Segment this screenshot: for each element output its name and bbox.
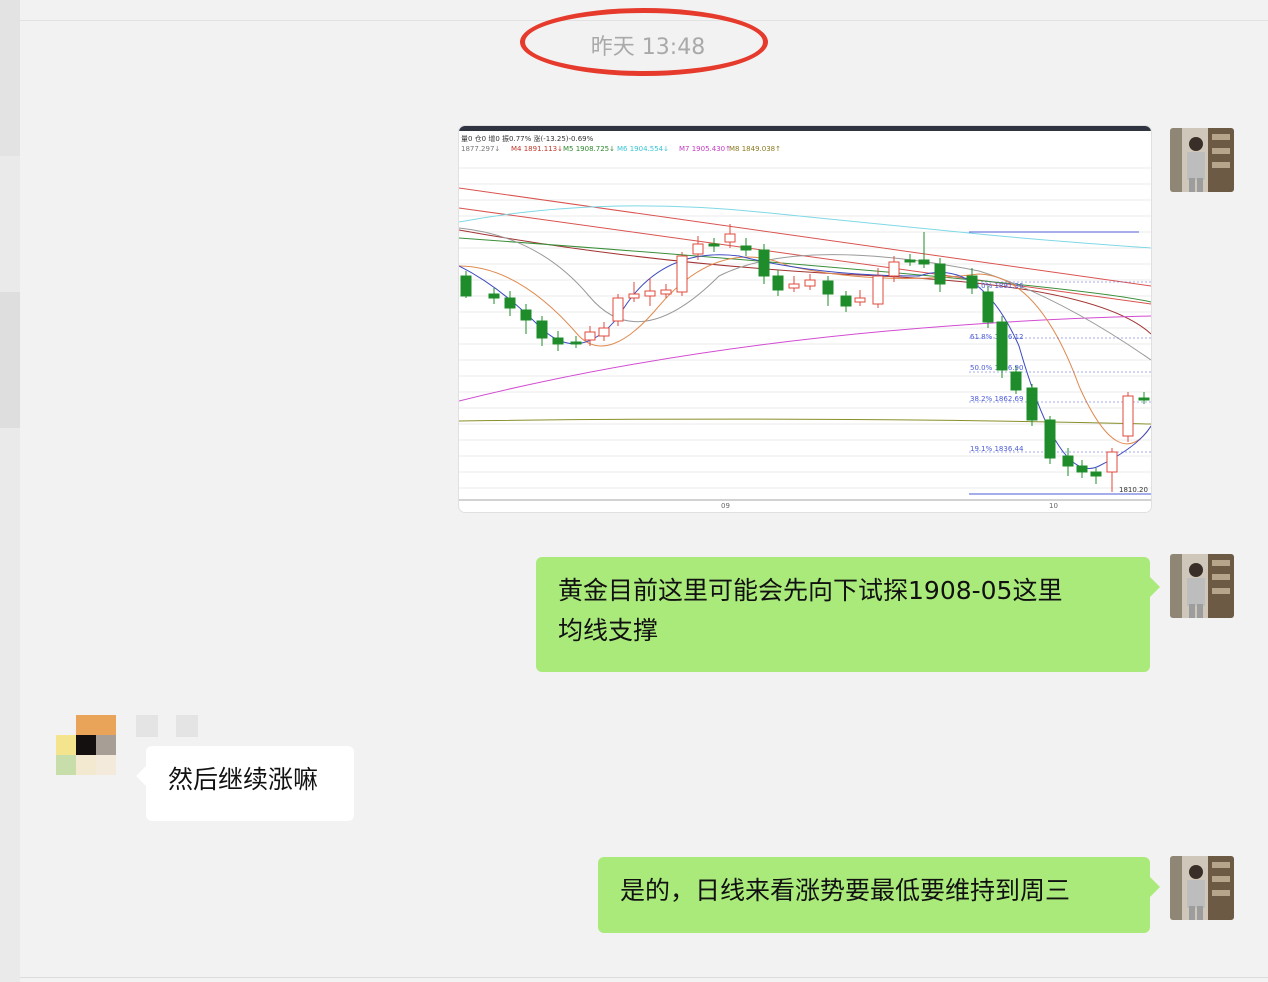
- candle-body: [772, 275, 784, 291]
- person-avatar-icon: [1170, 128, 1234, 192]
- chart-ma-value: M5 1908.725↓: [563, 145, 615, 153]
- candle-body: [536, 320, 548, 339]
- left-panel-edge: [0, 0, 20, 982]
- candle-body: [584, 331, 596, 341]
- x-axis-label: 09: [721, 502, 730, 510]
- avatar-pixel: [76, 755, 96, 775]
- left-panel-segment: [0, 292, 20, 428]
- candle-body: [612, 297, 624, 322]
- candle-body: [628, 293, 640, 299]
- chart-ma-line: [459, 315, 1151, 402]
- fib-label: 50.0% 1891.36: [970, 282, 1024, 290]
- candle-body: [488, 293, 500, 299]
- fib-label: 38.2% 1862.69: [970, 395, 1023, 403]
- candle-body: [460, 275, 472, 297]
- chart-low-label: 1810.20: [1119, 486, 1148, 494]
- candle-body: [1090, 471, 1102, 477]
- candle-body: [854, 297, 866, 303]
- avatar-pixel: [96, 735, 116, 755]
- candle-body: [740, 245, 752, 251]
- candle-body: [872, 275, 884, 305]
- candle-body: [570, 341, 582, 345]
- candle-body: [1138, 397, 1150, 401]
- candle-body: [888, 261, 900, 277]
- avatar-pixel: [56, 755, 76, 775]
- received-message-bubble[interactable]: 然后继续涨嘛: [136, 746, 354, 821]
- chart-trendline: [459, 187, 1151, 287]
- sent-message-bubble[interactable]: 黄金目前这里可能会先向下试探1908-05这里 均线支撑: [536, 557, 1160, 672]
- candle-body: [692, 243, 704, 255]
- candle-body: [840, 295, 852, 307]
- candle-body: [1062, 455, 1074, 467]
- chart-ma-value: M8 1849.038↑: [729, 145, 781, 153]
- red-circle-annotation: [520, 8, 768, 76]
- chart-ma-value: M7 1905.430↑: [679, 145, 731, 153]
- candle-body: [644, 290, 656, 297]
- candle-body: [724, 233, 736, 243]
- candle-body: [676, 255, 688, 293]
- name-pixel: [176, 715, 198, 737]
- candle-body: [788, 283, 800, 289]
- candle-body: [996, 321, 1008, 371]
- contact-avatar-pixelated[interactable]: [56, 715, 116, 775]
- left-panel-segment: [0, 0, 20, 156]
- candle-body: [504, 297, 516, 309]
- candle-body: [758, 249, 770, 277]
- candle-body: [520, 309, 532, 321]
- message-text-line: 均线支撑: [558, 616, 659, 645]
- avatar-pixel: [76, 735, 96, 755]
- candle-body: [1076, 465, 1088, 473]
- avatar-pixel: [56, 735, 76, 755]
- avatar-pixel: [56, 715, 76, 735]
- chart-ma-value: M6 1904.554↓: [617, 145, 669, 153]
- candle-body: [822, 280, 834, 295]
- avatar-pixel: [76, 715, 96, 735]
- sender-name-pixelated: [136, 715, 198, 737]
- chart-image-message[interactable]: 量0 仓0 增0 振0.77% 涨(-13.25)-0.69% 1877.297…: [459, 126, 1151, 512]
- candle-body: [1044, 419, 1056, 459]
- bottom-divider: [20, 977, 1268, 978]
- message-text-line: 黄金目前这里可能会先向下试探1908-05这里: [558, 576, 1063, 605]
- candle-body: [660, 289, 672, 295]
- avatar-pixel: [96, 755, 116, 775]
- name-pixel: [136, 715, 158, 737]
- chart-header-stats: 量0 仓0 增0 振0.77% 涨(-13.25)-0.69%: [461, 134, 594, 143]
- chart-ma-value: 1877.297↓: [461, 145, 500, 153]
- person-avatar-icon: [1170, 856, 1234, 920]
- message-text: 然后继续涨嘛: [168, 765, 319, 794]
- candle-body: [918, 259, 930, 265]
- avatar-pixel: [96, 715, 116, 735]
- candle-body: [966, 275, 978, 289]
- sent-message-bubble[interactable]: 是的，日线来看涨势要最低要维持到周三: [598, 857, 1160, 933]
- x-axis-label: 10: [1049, 502, 1058, 510]
- candle-body: [904, 259, 916, 263]
- candle-body: [1122, 395, 1134, 437]
- candle-body: [598, 327, 610, 337]
- fib-label: 19.1% 1836.44: [970, 445, 1024, 453]
- person-avatar-icon: [1170, 554, 1234, 618]
- candle-body: [982, 291, 994, 323]
- chart-ma-line: [459, 205, 1151, 249]
- chart-ma-value: M4 1891.113↓: [511, 145, 563, 153]
- candle-body: [708, 243, 720, 247]
- candle-body: [804, 279, 816, 287]
- message-text: 是的，日线来看涨势要最低要维持到周三: [620, 876, 1071, 905]
- my-avatar[interactable]: [1170, 554, 1234, 618]
- candle-body: [934, 263, 946, 285]
- candle-body: [1026, 387, 1038, 421]
- candle-body: [552, 337, 564, 345]
- my-avatar[interactable]: [1170, 128, 1234, 192]
- candle-body: [1106, 451, 1118, 473]
- candle-body: [1010, 371, 1022, 391]
- my-avatar[interactable]: [1170, 856, 1234, 920]
- candlestick-chart: 量0 仓0 增0 振0.77% 涨(-13.25)-0.69% 1877.297…: [459, 134, 1151, 510]
